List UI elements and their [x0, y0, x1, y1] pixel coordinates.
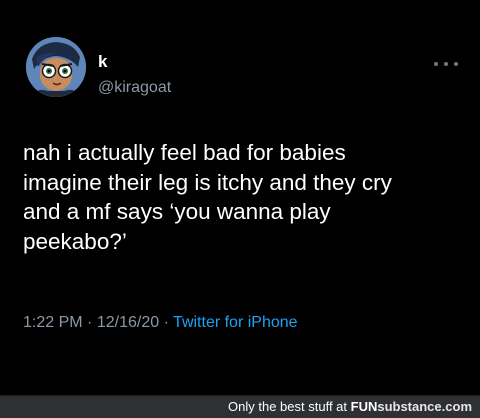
tweet-metadata: 1:22 PM · 12/16/20 · Twitter for iPhone [23, 313, 298, 333]
more-dot [454, 62, 458, 66]
tweet-source-link[interactable]: Twitter for iPhone [173, 314, 298, 331]
user-handle[interactable]: @kiragoat [98, 79, 171, 97]
watermark-brand-fun: FUN [350, 399, 378, 414]
tweet-date[interactable]: 12/16/20 [97, 314, 159, 331]
more-dot [434, 62, 438, 66]
display-name[interactable]: k [98, 53, 107, 71]
watermark-brand-substance: substance [377, 399, 442, 414]
tweet-text: nah i actually feel bad for babies imagi… [23, 138, 463, 256]
meta-separator: · [163, 314, 174, 331]
tweet-time[interactable]: 1:22 PM [23, 314, 83, 331]
tweet-card: k @kiragoat nah i actually feel bad for … [0, 0, 480, 395]
watermark-brand-tld: .com [441, 399, 472, 414]
avatar-icon[interactable] [26, 37, 86, 97]
tweet-text-line: peekabo?’ [23, 228, 127, 254]
meta-separator: · [87, 314, 97, 331]
watermark-text: Only the best stuff at FUNsubstance.com [228, 399, 472, 415]
tweet-text-line: nah i actually feel bad for babies [23, 140, 346, 165]
watermark-footer: Only the best stuff at FUNsubstance.com [0, 396, 480, 418]
tweet-text-line: imagine their leg is itchy and they cry [23, 169, 392, 195]
more-dot [444, 62, 448, 66]
watermark-prefix: Only the best stuff at [228, 399, 351, 414]
more-options-icon[interactable] [432, 58, 460, 70]
tweet-text-line: and a mf says ‘you wanna play [23, 199, 331, 224]
